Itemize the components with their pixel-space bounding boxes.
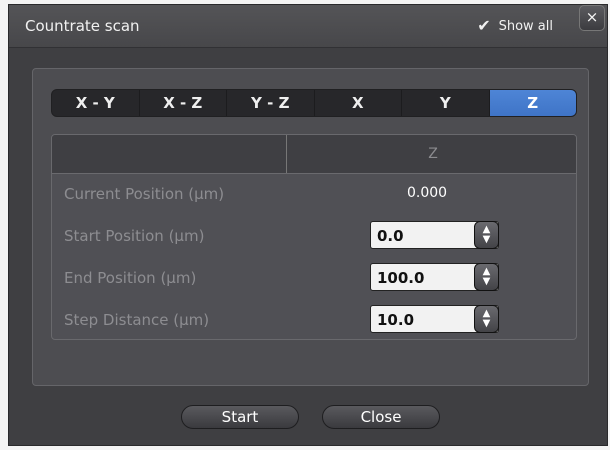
show-all-toggle[interactable]: ✔ Show all bbox=[477, 18, 553, 34]
end-position-label: End Position (µm) bbox=[64, 269, 197, 287]
titlebar: Countrate scan ✔ Show all × bbox=[9, 5, 607, 48]
step-distance-value: 10.0 bbox=[377, 311, 415, 329]
scan-panel: X - Y X - Z Y - Z X Y Z Z Current Positi… bbox=[32, 68, 589, 386]
current-position-value: 0.000 bbox=[407, 185, 448, 201]
table-header: Z bbox=[52, 135, 576, 174]
current-position-label: Current Position (µm) bbox=[64, 185, 225, 203]
chevron-down-icon: ▼ bbox=[482, 318, 491, 329]
tab-x-y[interactable]: X - Y bbox=[52, 90, 140, 116]
start-position-input[interactable]: 0.0 ▲ ▼ bbox=[370, 221, 499, 249]
position-table: Z Current Position (µm) 0.000 Start Posi… bbox=[51, 134, 577, 340]
countrate-scan-dialog: Countrate scan ✔ Show all × X - Y X - Z … bbox=[8, 4, 608, 446]
start-position-value: 0.0 bbox=[377, 227, 404, 245]
close-window-button[interactable]: × bbox=[579, 5, 605, 31]
start-position-stepper[interactable]: ▲ ▼ bbox=[474, 221, 499, 249]
step-distance-label: Step Distance (µm) bbox=[64, 311, 210, 329]
table-row: Start Position (µm) 0.0 ▲ ▼ bbox=[52, 217, 576, 255]
header-label-column bbox=[52, 135, 287, 173]
table-row: Current Position (µm) 0.000 bbox=[52, 175, 576, 213]
chevron-down-icon: ▼ bbox=[482, 276, 491, 287]
end-position-value: 100.0 bbox=[377, 269, 425, 287]
tab-z[interactable]: Z bbox=[489, 90, 576, 116]
end-position-input[interactable]: 100.0 ▲ ▼ bbox=[370, 263, 499, 291]
checkmark-icon: ✔ bbox=[477, 16, 491, 35]
scan-mode-tabs: X - Y X - Z Y - Z X Y Z bbox=[51, 89, 577, 117]
table-row: End Position (µm) 100.0 ▲ ▼ bbox=[52, 259, 576, 297]
start-position-label: Start Position (µm) bbox=[64, 227, 205, 245]
window-title: Countrate scan bbox=[25, 17, 140, 35]
step-distance-stepper[interactable]: ▲ ▼ bbox=[474, 305, 499, 333]
show-all-label: Show all bbox=[498, 18, 553, 34]
end-position-stepper[interactable]: ▲ ▼ bbox=[474, 263, 499, 291]
table-row: Step Distance (µm) 10.0 ▲ ▼ bbox=[52, 301, 576, 339]
step-distance-input[interactable]: 10.0 ▲ ▼ bbox=[370, 305, 499, 333]
tab-y-z[interactable]: Y - Z bbox=[227, 90, 315, 116]
tab-y[interactable]: Y bbox=[402, 90, 490, 116]
chevron-down-icon: ▼ bbox=[482, 234, 491, 245]
tab-x[interactable]: X bbox=[315, 90, 402, 116]
start-button[interactable]: Start bbox=[181, 405, 299, 429]
tab-x-z[interactable]: X - Z bbox=[140, 90, 227, 116]
header-z-column: Z bbox=[428, 146, 438, 162]
close-button[interactable]: Close bbox=[322, 405, 440, 429]
